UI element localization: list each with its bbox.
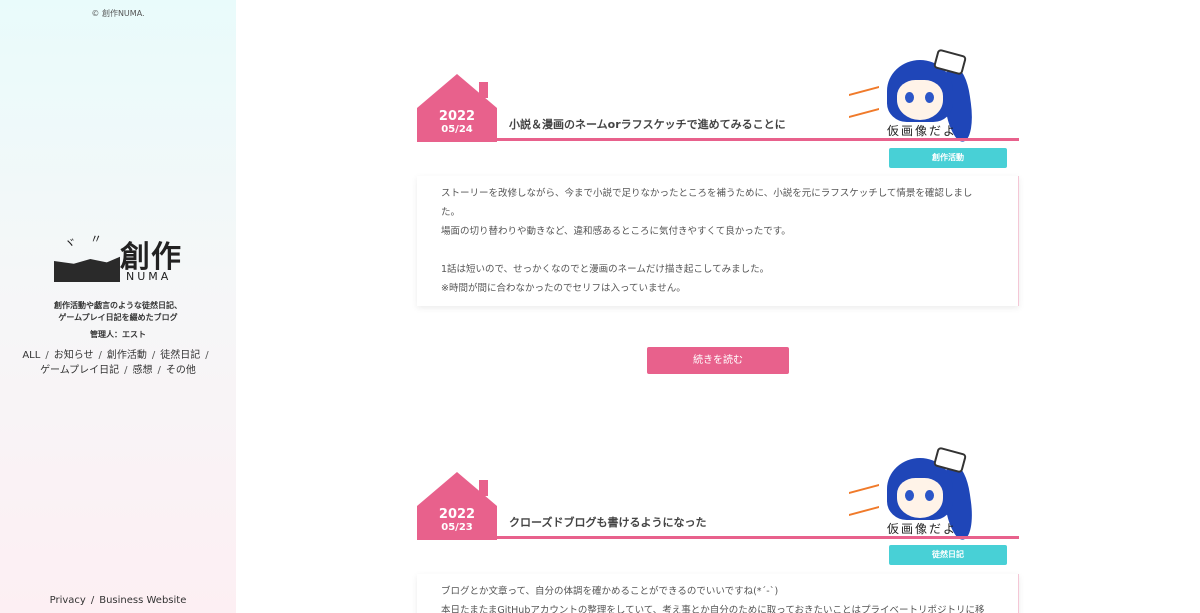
post-excerpt: ストーリーを改修しながら、今まで小説で足りなかったところを補うために、小説を元に… <box>417 176 1019 306</box>
post-title[interactable]: クローズドブログも書けるようになった <box>509 514 706 530</box>
post-year: 2022 <box>438 109 476 124</box>
post-date: 05/23 <box>441 522 473 533</box>
footer-links: Privacy / Business Website <box>49 595 187 606</box>
category-impressions[interactable]: 感想 <box>133 365 153 376</box>
sidebar: © 創作NUMA. ヾ 〃 創作 NUMA 創作活動や戯言のような徒然日記、 ゲ… <box>0 0 236 613</box>
read-more-button[interactable]: 続きを読む <box>647 347 789 374</box>
admin-name: 管理人：エスト <box>90 330 146 339</box>
category-tag[interactable]: 徒然日記 <box>889 545 1007 565</box>
site-logo[interactable]: ヾ 〃 創作 NUMA <box>50 232 190 288</box>
sparkle-icon: 〃 <box>90 232 103 246</box>
copyright-text: © 創作NUMA. <box>91 9 145 18</box>
sparkle-icon: ヾ <box>64 236 77 250</box>
post-date: 05/24 <box>441 124 473 135</box>
business-website-link[interactable]: Business Website <box>99 595 186 606</box>
post-year: 2022 <box>438 507 476 522</box>
logo-latin: NUMA <box>126 270 172 283</box>
image-caption: 仮画像だよ <box>887 522 958 536</box>
post-title[interactable]: 小説＆漫画のネームorラフスケッチで進めてみることに <box>509 116 786 132</box>
title-underline <box>417 536 1019 539</box>
category-all[interactable]: ALL <box>22 350 40 361</box>
character-image: 仮画像だよ <box>849 444 999 542</box>
category-game-diary[interactable]: ゲームプレイ日記 <box>40 365 119 376</box>
logo-swamp-graphic <box>54 256 120 282</box>
site-tagline: 創作活動や戯言のような徒然日記、 ゲームプレイ日記を綴めたブログ <box>54 301 182 322</box>
category-diary[interactable]: 徒然日記 <box>160 350 200 361</box>
category-nav: ALL / お知らせ / 創作活動 / 徒然日記 / ゲームプレイ日記 / 感想 / その他 <box>22 350 209 376</box>
character-image: 仮画像だよ <box>849 46 999 144</box>
category-creative[interactable]: 創作活動 <box>107 350 147 361</box>
category-tag[interactable]: 創作活動 <box>889 148 1007 168</box>
post-excerpt: ブログとか文章って、自分の体調を確かめることができるのでいいですね(*´-`) … <box>417 574 1019 613</box>
privacy-link[interactable]: Privacy <box>50 595 86 606</box>
title-underline <box>417 138 1019 141</box>
category-other[interactable]: その他 <box>166 365 196 376</box>
category-news[interactable]: お知らせ <box>54 350 94 361</box>
image-caption: 仮画像だよ <box>887 124 958 138</box>
